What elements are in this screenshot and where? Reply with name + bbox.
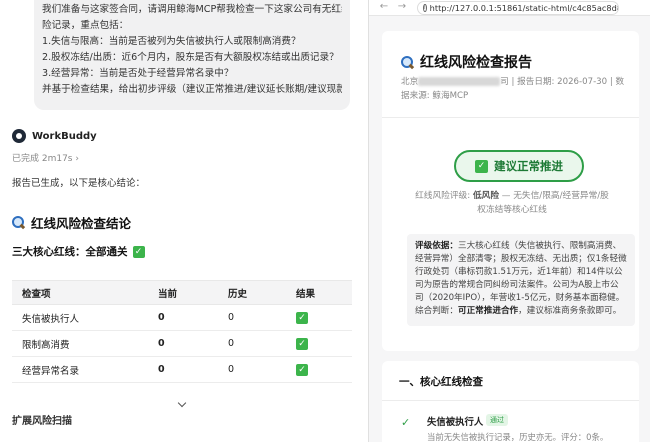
pass-badge: 通过 bbox=[486, 414, 508, 426]
magnifier-icon bbox=[401, 55, 414, 69]
magnifier-icon bbox=[12, 216, 25, 229]
browser-panel: ← → i http://127.0.0.1:51861/static-html… bbox=[368, 0, 650, 442]
chat-panel: 我们准备与这家签合同，请调用鲸海MCP帮我检查一下这家公司有无红线风 险记录，重… bbox=[0, 0, 368, 442]
current-count: 0 bbox=[148, 356, 218, 383]
bot-header: WorkBuddy bbox=[12, 129, 97, 143]
check-item: 限制高消费 bbox=[12, 330, 148, 357]
completion-status[interactable]: 已完成 2m17s › bbox=[12, 151, 79, 164]
report-meta: 北京司 | 报告日期: 2026-07-30 | 数据来源: 鲸海MCP bbox=[401, 75, 626, 103]
column-header: 当前 bbox=[148, 280, 218, 305]
result-cell: ✓ bbox=[286, 304, 352, 331]
user-message-bubble: 我们准备与这家签合同，请调用鲸海MCP帮我检查一下这家公司有无红线风 险记录，重… bbox=[34, 0, 350, 110]
user-line: 险记录，重点包括： bbox=[42, 20, 129, 31]
user-line: 1.失信与限高：当前是否被列为失信被执行人或限制高消费？ bbox=[42, 36, 301, 47]
forward-arrow-icon[interactable]: → bbox=[395, 1, 409, 15]
basis-label: 评级依据： bbox=[415, 241, 458, 251]
bot-name: WorkBuddy bbox=[32, 130, 97, 142]
basis-text: 三大核心红线（失信被执行、限制高消费、经营异常）全部清零；股权无冻结、无出质；仅… bbox=[415, 241, 627, 316]
column-header: 结果 bbox=[286, 280, 352, 305]
meta-prefix: 北京 bbox=[401, 77, 419, 87]
table-row: 限制高消费 0 0 ✓ bbox=[12, 330, 352, 357]
check-item: 失信被执行人 bbox=[12, 304, 148, 331]
green-check-icon: ✓ bbox=[296, 363, 308, 376]
address-bar[interactable]: i http://127.0.0.1:51861/static-html/c4c… bbox=[417, 0, 619, 15]
green-check-icon: ✓ bbox=[132, 245, 145, 258]
current-count: 0 bbox=[148, 330, 218, 357]
rating-basis: 评级依据：三大核心红线（失信被执行、限制高消费、经营异常）全部清零；股权无冻结、… bbox=[407, 234, 635, 326]
history-count: 0 bbox=[218, 356, 286, 383]
back-arrow-icon[interactable]: ← bbox=[377, 1, 391, 15]
column-header: 检查项 bbox=[12, 280, 148, 305]
table-header-row: 检查项 当前 历史 结果 bbox=[12, 280, 352, 305]
redacted-company-name bbox=[418, 77, 501, 86]
current-count: 0 bbox=[148, 304, 218, 331]
report-title-text: 红线风险检查报告 bbox=[420, 55, 532, 71]
chevron-down-icon[interactable] bbox=[176, 399, 188, 411]
risk-level-value: 低风险 bbox=[472, 191, 499, 201]
verdict-text: 建议正常推进 bbox=[494, 159, 563, 173]
result-table: 检查项 当前 历史 结果 失信被执行人 0 0 ✓ 限制高消费 0 0 ✓ 经营… bbox=[12, 280, 352, 383]
verdict-badge: ✓ 建议正常推进 bbox=[454, 150, 584, 182]
risk-level: 红线风险评级: 低风险 — 无失信/限高/经营异常/股权冻结等核心红线 bbox=[412, 189, 612, 217]
result-cell: ✓ bbox=[286, 330, 352, 357]
user-line: 我们准备与这家签合同，请调用鲸海MCP帮我检查一下这家公司有无红线风 bbox=[42, 4, 342, 15]
browser-toolbar: ← → i http://127.0.0.1:51861/static-html… bbox=[369, 0, 650, 16]
redline-summary-text: 三大核心红线：全部通关 bbox=[12, 246, 128, 258]
url-text: http://127.0.0.1:51861/static-html/c4c85… bbox=[429, 2, 619, 13]
green-check-icon: ✓ bbox=[475, 159, 488, 173]
user-line: 并基于检查结果，给出初步评级（建议正常推进/建议延长账期/建议现款） bbox=[42, 84, 342, 95]
check-item: 经营异常名录 bbox=[12, 356, 148, 383]
bot-avatar-icon bbox=[12, 129, 26, 143]
history-count: 0 bbox=[218, 330, 286, 357]
user-line: 2.股权冻结/出质：近6个月内，股东是否有大额股权冻结或出质记录？ bbox=[42, 52, 339, 63]
report-card: 红线风险检查报告 北京司 | 报告日期: 2026-07-30 | 数据来源: … bbox=[382, 31, 639, 351]
basis-tail: ，建议标准商务条款即可。 bbox=[518, 306, 622, 316]
expand-scan-heading: 扩展风险扫描 bbox=[12, 416, 72, 427]
info-icon: i bbox=[423, 3, 427, 12]
green-check-icon: ✓ bbox=[296, 337, 308, 350]
table-row: 经营异常名录 0 0 ✓ bbox=[12, 356, 352, 383]
redline-summary: 三大核心红线：全部通关 ✓ bbox=[12, 244, 145, 259]
basis-conclusion: 可正常推进合作 bbox=[457, 306, 519, 316]
column-header: 历史 bbox=[218, 280, 286, 305]
section-title-text: 红线风险检查结论 bbox=[31, 216, 132, 231]
history-count: 0 bbox=[218, 304, 286, 331]
response-intro: 报告已生成，以下是核心结论： bbox=[12, 178, 146, 189]
check-item-name: 失信被执行人 bbox=[427, 417, 484, 428]
report-title: 红线风险检查报告 bbox=[401, 52, 532, 72]
section-heading: 一、核心红线检查 bbox=[399, 376, 483, 388]
redline-section-card: 一、核心红线检查 ✓ 失信被执行人 通过 当前无失信被执行记录，历史亦无。评分：… bbox=[382, 361, 639, 442]
divider bbox=[382, 117, 639, 118]
check-item-desc: 当前无失信被执行记录，历史亦无。评分：0条。 bbox=[427, 432, 609, 442]
divider bbox=[382, 400, 639, 401]
check-icon: ✓ bbox=[401, 416, 411, 429]
user-line: 3.经营异常：当前是否处于经营异常名录中？ bbox=[42, 68, 234, 79]
risk-level-label: 红线风险评级: bbox=[415, 191, 473, 201]
result-cell: ✓ bbox=[286, 356, 352, 383]
green-check-icon: ✓ bbox=[296, 311, 308, 324]
section-title: 红线风险检查结论 bbox=[12, 213, 131, 232]
table-row: 失信被执行人 0 0 ✓ bbox=[12, 304, 352, 331]
